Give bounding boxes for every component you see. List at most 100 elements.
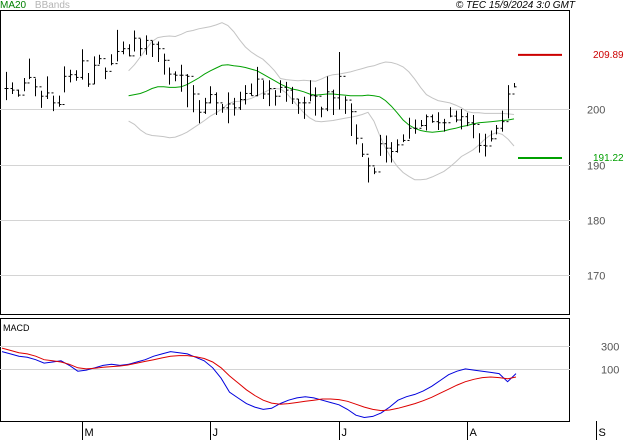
ohlc-bar [74, 70, 79, 81]
legend-bbands: BBands [34, 0, 70, 11]
ohlc-bar [430, 114, 435, 123]
ohlc-bar [407, 117, 412, 141]
ohlc-bar [132, 30, 137, 57]
ohlc-bar [39, 86, 44, 108]
ohlc-bar [27, 58, 32, 84]
ohlc-bar [512, 82, 517, 95]
ohlc-bar [220, 102, 225, 113]
price-panel-frame [0, 10, 570, 315]
ohlc-bar [45, 76, 50, 99]
ohlc-bar [62, 66, 67, 106]
x-axis: MJJAS [0, 421, 606, 440]
ohlc-bar [424, 114, 429, 131]
ohlc-bar [267, 80, 272, 107]
legend-ma20: MA20 [0, 0, 27, 11]
ohlc-bar [68, 69, 73, 83]
price-y-axis: 170 180 190 200 [587, 105, 605, 283]
resistance-label: 209.89 [593, 50, 624, 61]
ohlc-bar [372, 165, 377, 175]
price-tick-label: 200 [587, 105, 605, 117]
ohlc-bar [167, 59, 172, 85]
macd-signal-line [1, 347, 517, 412]
ohlc-bar [419, 119, 424, 129]
support-resistance-lines: 209.89191.22 [518, 50, 624, 164]
x-tick-label: J [213, 427, 219, 439]
x-tick-label: J [342, 427, 348, 439]
ohlc-bar [4, 71, 9, 101]
x-tick-label: S [599, 427, 606, 439]
ohlc-bar [80, 49, 85, 80]
ohlc-bar [115, 29, 120, 65]
ohlc-bar [173, 71, 178, 82]
ohlc-bar [16, 89, 21, 97]
bband-upper-line [128, 22, 515, 115]
ohlc-bar [57, 95, 62, 107]
ohlc-bar [22, 77, 27, 96]
ohlc-bar [489, 130, 494, 147]
ohlc-bar [33, 76, 38, 97]
chart-canvas: 209.89191.22 170 180 190 200 100 300 MACD M J… [0, 10, 624, 440]
ohlc-bar [296, 98, 301, 114]
ohlc-bar [144, 35, 149, 55]
ohlc-bar [471, 115, 476, 139]
ohlc-bar [185, 74, 190, 108]
ohlc-bar [349, 99, 354, 137]
ohlc-bar [442, 118, 447, 132]
price-gridlines [0, 109, 570, 276]
price-tick-label: 180 [587, 216, 605, 228]
ohlc-bar [243, 85, 248, 105]
ohlc-bar [331, 89, 336, 116]
ohlc-bar [401, 134, 406, 146]
ohlc-bar [156, 41, 161, 62]
copyright-text: © TEC 15/9/2024 3:0 GMT [455, 0, 575, 11]
ohlc-bar [261, 78, 266, 99]
macd-lines [1, 347, 517, 419]
ohlc-bar [226, 92, 231, 124]
ohlc-bar [197, 93, 202, 124]
ohlc-bar [208, 86, 213, 104]
legend: MA20 BBands [0, 0, 70, 11]
ohlc-bar [454, 110, 459, 123]
ohlc-bar [360, 137, 365, 158]
ohlc-bar [319, 95, 324, 118]
ohlc-bar [384, 135, 389, 163]
price-tick-label: 190 [587, 161, 605, 173]
ohlc-bar [109, 54, 114, 72]
ohlc-bar [278, 80, 283, 97]
ohlc-bar [313, 87, 318, 116]
ohlc-bar [203, 97, 208, 114]
macd-gridlines [0, 346, 570, 370]
price-panel: 209.89191.22 170 180 190 200 [0, 10, 624, 315]
ohlc-bar [232, 97, 237, 116]
macd-panel: 100 300 MACD [0, 318, 619, 422]
ohlc-bar [127, 44, 132, 57]
x-tick-label: M [85, 427, 94, 439]
ohlc-bar [413, 119, 418, 134]
ohlc-bar [366, 153, 371, 183]
macd-tick-label: 100 [601, 365, 619, 377]
ohlc-bar [92, 56, 97, 85]
ohlc-bar [162, 48, 167, 75]
ohlc-bar [436, 112, 441, 130]
bband-lower-line [128, 87, 515, 181]
ohlc-bar [97, 54, 102, 66]
ohlc-bar [465, 112, 470, 127]
ohlc-bar [249, 83, 254, 97]
ohlc-bar [86, 60, 91, 87]
ohlc-bar [308, 80, 313, 104]
ohlc-bar [273, 87, 278, 106]
ohlc-bar [179, 64, 184, 92]
ohlc-bar [121, 41, 126, 55]
ohlc-bar [337, 52, 342, 110]
ohlc-bar [10, 82, 15, 95]
ohlc-bar [494, 124, 499, 140]
bollinger-bands [128, 22, 515, 181]
ohlc-bar [506, 85, 511, 123]
ohlc-bar [395, 139, 400, 153]
macd-title: MACD [3, 323, 30, 333]
macd-tick-label: 300 [601, 342, 619, 354]
ohlc-bar [302, 96, 307, 119]
ohlc-bar [51, 92, 56, 112]
ohlc-bar [477, 123, 482, 153]
ohlc-bar [138, 37, 143, 56]
